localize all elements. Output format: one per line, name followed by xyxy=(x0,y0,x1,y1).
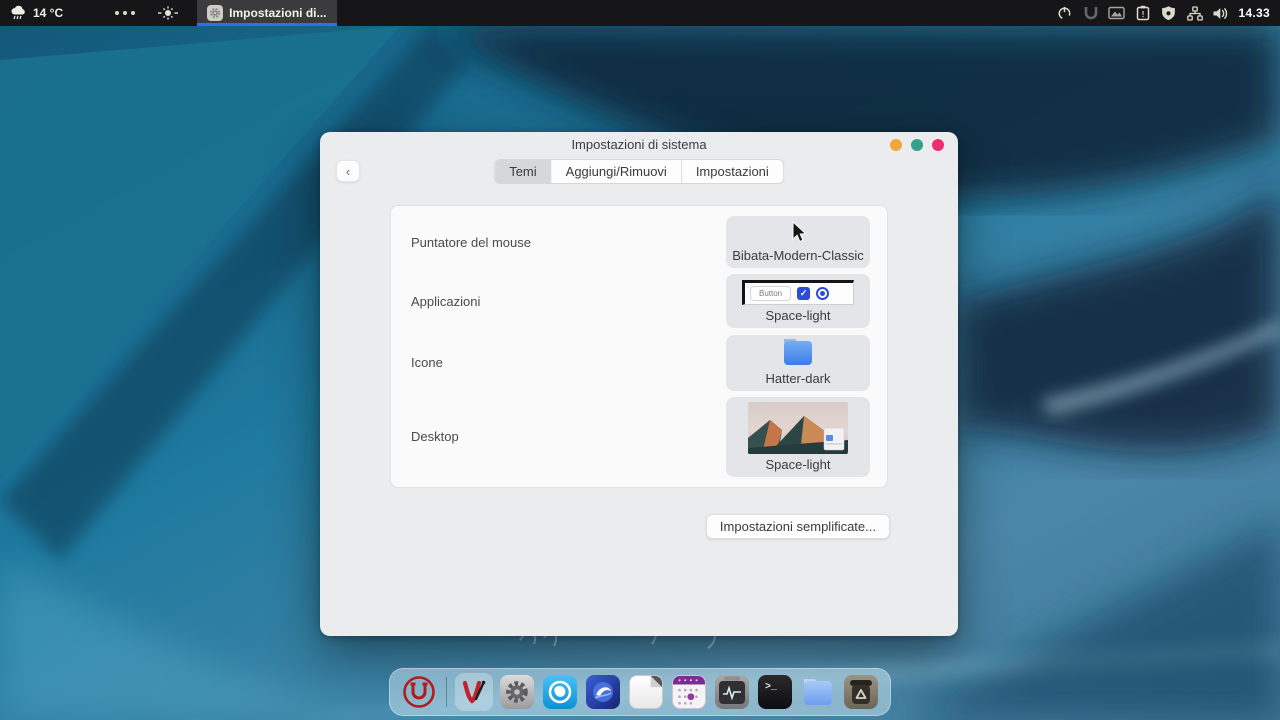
dock-calendar[interactable] xyxy=(670,673,708,711)
cursor-theme-name: Bibata-Modern-Classic xyxy=(732,248,864,263)
settings-icon xyxy=(500,675,534,709)
weather-temp: 14 °C xyxy=(33,6,63,20)
ubuntu-update-icon[interactable] xyxy=(1082,5,1099,22)
launcher-icon xyxy=(402,675,436,709)
cursor-arrow-icon xyxy=(788,221,808,245)
tab-impostazioni[interactable]: Impostazioni xyxy=(682,160,783,183)
network-icon[interactable] xyxy=(1186,5,1203,22)
icon-theme-card[interactable]: Hatter-dark xyxy=(726,335,870,391)
updates-box-icon[interactable]: ! xyxy=(1134,5,1151,22)
calendar-icon xyxy=(672,675,706,709)
dock-terminal[interactable]: >_ xyxy=(756,673,794,711)
wallpaper-thumbnail xyxy=(748,402,848,454)
window-title: Impostazioni di sistema xyxy=(571,137,706,152)
dock-text-editor[interactable] xyxy=(627,673,665,711)
row-label: Puntatore del mouse xyxy=(411,235,531,250)
system-tray: ! 14.33 xyxy=(1056,5,1270,22)
row-mouse-pointer: Puntatore del mouse Bibata-Modern-Classi… xyxy=(391,216,887,268)
mail-icon xyxy=(586,675,620,709)
back-button[interactable]: ‹ xyxy=(336,160,360,182)
close-button[interactable] xyxy=(932,139,944,151)
window-titlebar[interactable]: Impostazioni di sistema xyxy=(320,132,958,157)
row-icons: Icone Hatter-dark xyxy=(391,335,887,391)
maximize-button[interactable] xyxy=(911,139,923,151)
taskbar-item-label: Impostazioni di... xyxy=(229,6,326,20)
dock-web-browser[interactable] xyxy=(541,673,579,711)
sample-radio xyxy=(816,287,829,300)
web-browser-icon xyxy=(543,675,577,709)
dock-file-manager[interactable] xyxy=(799,673,837,711)
dock-trash[interactable] xyxy=(842,673,880,711)
window-nav-row: ‹ Temi Aggiungi/Rimuovi Impostazioni xyxy=(320,157,958,195)
shield-icon[interactable] xyxy=(1160,5,1177,22)
desktop: 14 °C xyxy=(0,0,1280,720)
dock-settings[interactable] xyxy=(498,673,536,711)
gear-icon xyxy=(207,5,223,21)
widget-preview: Button ✓ xyxy=(742,280,854,305)
chevron-left-icon: ‹ xyxy=(346,164,350,179)
svg-text:>_: >_ xyxy=(765,682,778,693)
taskbar-item-settings[interactable]: Impostazioni di... xyxy=(197,0,336,26)
dock-uget[interactable] xyxy=(455,673,493,711)
dock: >_ xyxy=(389,668,891,716)
row-label: Desktop xyxy=(411,429,459,444)
application-theme-card[interactable]: Button ✓ Space-light xyxy=(726,274,870,328)
weather-rain-icon xyxy=(10,5,28,21)
power-icon[interactable] xyxy=(1056,5,1073,22)
application-theme-name: Space-light xyxy=(765,308,830,323)
tab-bar: Temi Aggiungi/Rimuovi Impostazioni xyxy=(494,159,784,184)
dock-system-monitor[interactable] xyxy=(713,673,751,711)
icon-theme-name: Hatter-dark xyxy=(765,371,830,386)
trash-icon xyxy=(844,675,878,709)
dock-mail[interactable] xyxy=(584,673,622,711)
clock[interactable]: 14.33 xyxy=(1238,6,1270,20)
row-label: Applicazioni xyxy=(411,294,480,309)
dock-separator xyxy=(446,677,447,707)
folder-icon xyxy=(778,336,818,368)
desktop-theme-card[interactable]: Space-light xyxy=(726,397,870,477)
minimize-button[interactable] xyxy=(890,139,902,151)
desktop-theme-name: Space-light xyxy=(765,457,830,472)
tab-aggiungi-rimuovi[interactable]: Aggiungi/Rimuovi xyxy=(552,160,682,183)
active-window-indicator xyxy=(197,23,336,26)
files-folder-icon xyxy=(801,677,835,707)
brightness-icon[interactable] xyxy=(157,5,179,21)
weather-indicator[interactable]: 14 °C xyxy=(10,5,63,21)
tab-temi[interactable]: Temi xyxy=(495,160,551,183)
svg-text:!: ! xyxy=(1142,9,1145,19)
sample-checkbox: ✓ xyxy=(797,287,810,300)
simplified-settings-button[interactable]: Impostazioni semplificate... xyxy=(706,514,890,539)
panel-overflow-menu[interactable] xyxy=(115,11,135,15)
settings-window: Impostazioni di sistema ‹ Temi Aggiungi/… xyxy=(320,132,958,636)
themes-panel: Puntatore del mouse Bibata-Modern-Classi… xyxy=(390,205,888,488)
volume-icon[interactable] xyxy=(1212,5,1229,22)
row-applications: Applicazioni Button ✓ Space-light xyxy=(391,274,887,328)
wallpaper-icon[interactable] xyxy=(1108,5,1125,22)
cursor-theme-card[interactable]: Bibata-Modern-Classic xyxy=(726,216,870,268)
window-controls xyxy=(890,139,944,151)
row-desktop: Desktop Space xyxy=(391,397,887,477)
dock-launcher[interactable] xyxy=(400,673,438,711)
document-icon xyxy=(629,675,663,709)
row-label: Icone xyxy=(411,355,443,370)
system-monitor-icon xyxy=(715,675,749,709)
top-panel: 14 °C xyxy=(0,0,1280,26)
uget-icon xyxy=(459,677,489,707)
sample-button: Button xyxy=(750,286,791,301)
terminal-icon: >_ xyxy=(758,675,792,709)
